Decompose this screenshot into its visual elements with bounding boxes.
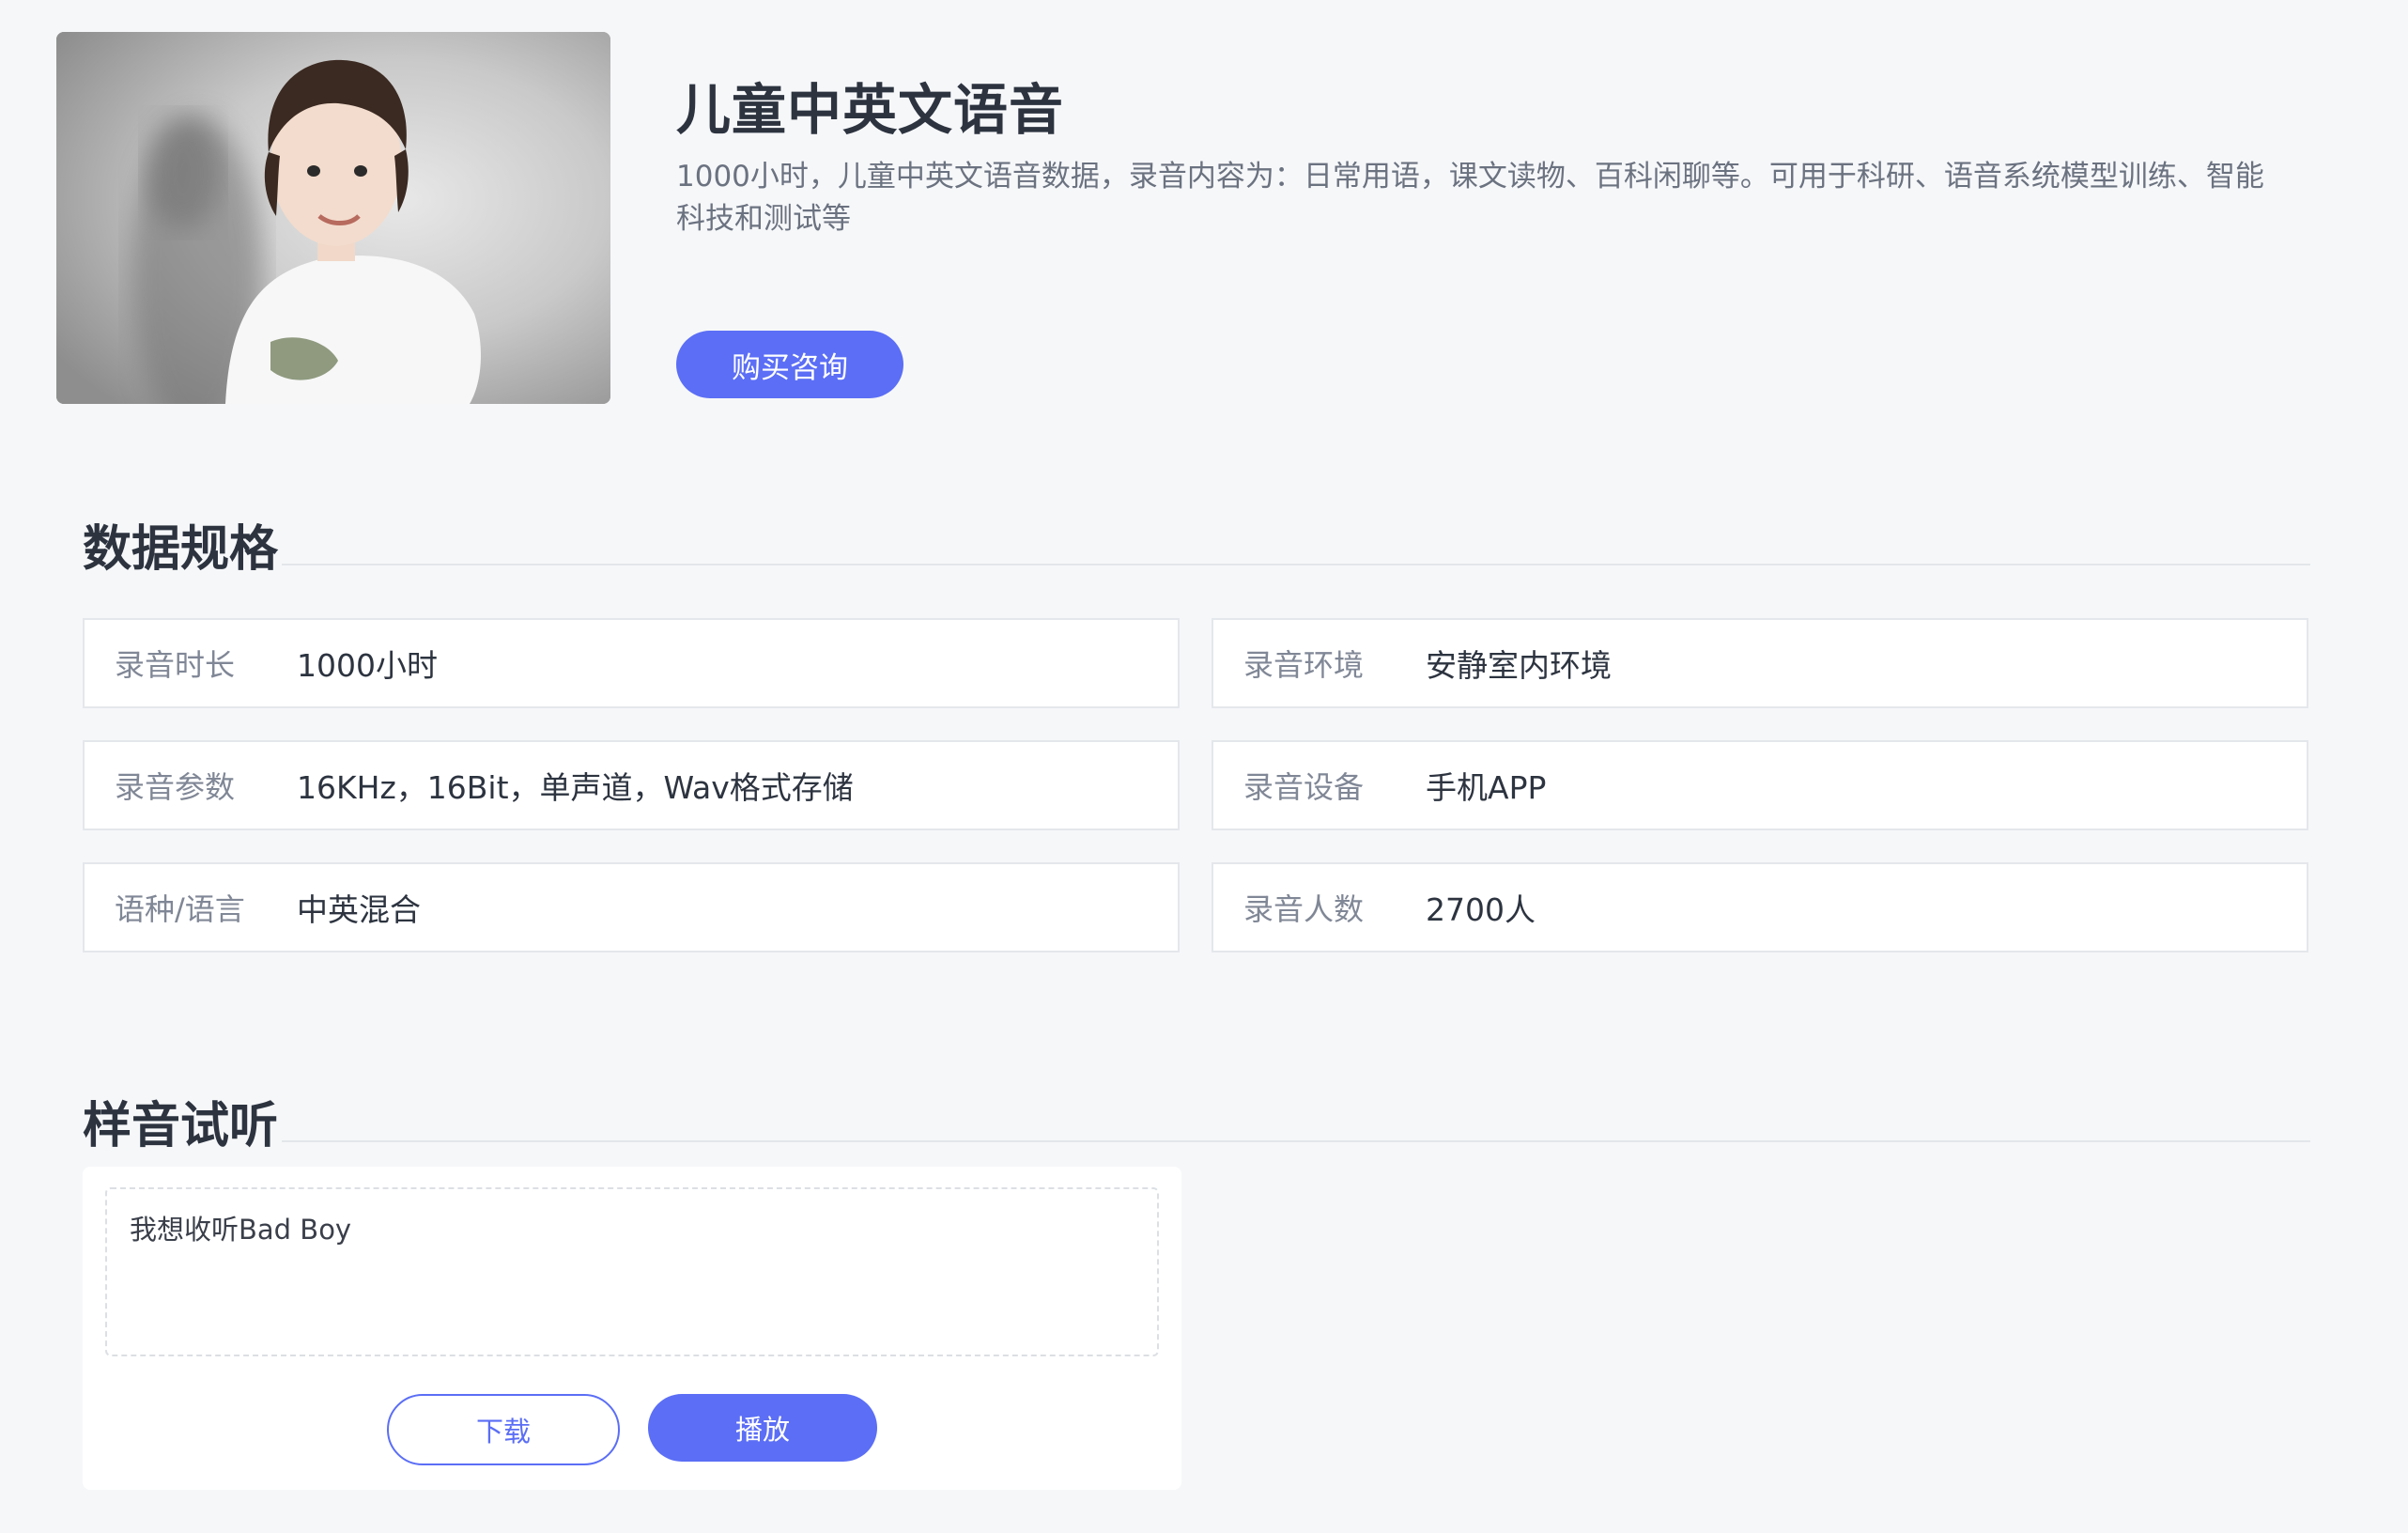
spec-value: 1000小时 — [297, 647, 438, 684]
spec-label: 录音人数 — [1243, 891, 1365, 927]
spec-label: 录音时长 — [115, 647, 236, 683]
sample-section-header: 样音试听 — [83, 1080, 2310, 1156]
download-button[interactable]: 下载 — [387, 1394, 620, 1465]
page-title: 儿童中英文语音 — [676, 78, 1065, 142]
dataset-description: 1000小时，儿童中英文语音数据，录音内容为：日常用语，课文读物、百科闲聊等。可… — [676, 160, 2264, 236]
hero-image — [56, 32, 610, 404]
spec-card-environment: 录音环境 安静室内环境 — [1212, 618, 2308, 708]
spec-label: 语种/语言 — [115, 891, 245, 927]
sample-title: 样音试听 — [83, 1086, 283, 1156]
spec-value: 安静室内环境 — [1426, 647, 1612, 684]
spec-value: 16KHz，16Bit，单声道，Wav格式存储 — [297, 769, 854, 806]
consult-button[interactable]: 购买咨询 — [676, 331, 903, 398]
specs-title: 数据规格 — [83, 509, 283, 580]
play-button[interactable]: 播放 — [648, 1394, 877, 1462]
spec-value: 手机APP — [1426, 769, 1547, 806]
spec-value: 2700人 — [1426, 891, 1536, 928]
spec-card-duration: 录音时长 1000小时 — [83, 618, 1180, 708]
specs-section-header: 数据规格 — [83, 503, 2310, 580]
spec-card-device: 录音设备 手机APP — [1212, 740, 2308, 830]
child-portrait-image — [56, 32, 610, 404]
transcript-text: 我想收听Bad Boy — [130, 1214, 352, 1246]
sample-panel: 我想收听Bad Boy 下载 播放 — [83, 1167, 1181, 1490]
spec-label: 录音参数 — [115, 769, 236, 805]
spec-card-parameters: 录音参数 16KHz，16Bit，单声道，Wav格式存储 — [83, 740, 1180, 830]
spec-value: 中英混合 — [297, 891, 421, 928]
spec-label: 录音设备 — [1243, 769, 1365, 805]
spec-card-speakers: 录音人数 2700人 — [1212, 862, 2308, 952]
spec-label: 录音环境 — [1243, 647, 1365, 683]
spec-card-language: 语种/语言 中英混合 — [83, 862, 1180, 952]
transcript-box: 我想收听Bad Boy — [105, 1187, 1159, 1356]
